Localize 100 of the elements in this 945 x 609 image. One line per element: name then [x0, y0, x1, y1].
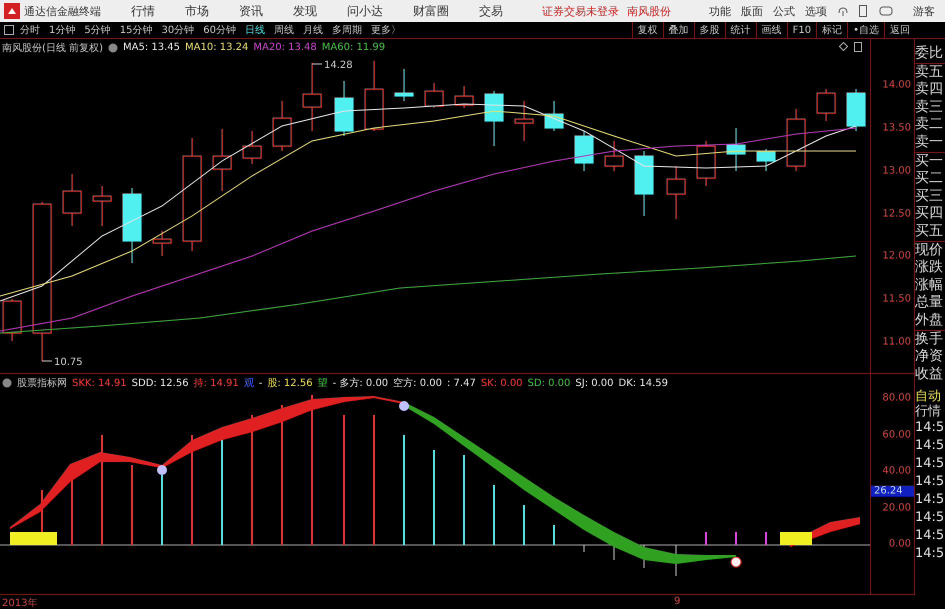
- auto-label: 自动: [915, 389, 942, 404]
- trade-time: 14:5: [915, 455, 945, 474]
- quote-label: 收益: [915, 366, 944, 384]
- price-axis-label: 13.00: [882, 165, 911, 176]
- candlestick: [302, 62, 322, 132]
- quote-label: 买五: [915, 222, 944, 241]
- candlestick: [152, 230, 172, 256]
- candlestick: [514, 100, 534, 142]
- indicator-axis-label: 0.00: [888, 538, 911, 550]
- quote-label: 卖三: [915, 98, 944, 116]
- price-axis-label: 11.50: [882, 294, 911, 305]
- marker-dot: [157, 465, 167, 475]
- current-value-label: 26.24: [871, 486, 914, 496]
- candlestick: [544, 100, 564, 132]
- menu-item[interactable]: 选项: [805, 4, 827, 18]
- settings-icon[interactable]: [108, 42, 118, 52]
- period-tab[interactable]: 5分钟: [84, 23, 111, 37]
- quote-label: 卖一: [915, 134, 944, 152]
- period-tab[interactable]: 分时: [20, 23, 40, 37]
- quote-label: 卖五: [915, 62, 945, 82]
- quote-label: 换手: [915, 330, 945, 348]
- menu-item[interactable]: 财富圈: [413, 2, 449, 20]
- price-axis-label: 12.50: [882, 208, 911, 220]
- candlestick: [2, 298, 22, 342]
- legend-value: 持: 14.91: [194, 376, 239, 390]
- indicator-axis-label: 80.00: [882, 392, 911, 404]
- candlestick: [62, 174, 82, 226]
- candlestick: [212, 128, 232, 192]
- trade-time: 14:5: [915, 437, 945, 456]
- menu-item[interactable]: 功能: [709, 4, 731, 18]
- legend-value: SK: 0.00: [480, 378, 523, 388]
- quote-label: 总量: [915, 294, 944, 312]
- candlestick: [484, 90, 504, 146]
- period-tab[interactable]: 多周期: [332, 23, 362, 37]
- trade-time: 14:5: [915, 473, 945, 492]
- legend-value: 观: [244, 377, 254, 390]
- message-icon[interactable]: [879, 6, 893, 16]
- candlestick: [394, 68, 414, 102]
- indicator-axis-label: 20.00: [882, 502, 911, 513]
- candlestick: [696, 140, 716, 186]
- auto-label: 行情: [915, 404, 942, 420]
- period-tab[interactable]: 60分钟: [203, 23, 236, 37]
- menu-item[interactable]: 版面: [741, 4, 763, 18]
- high-price-label: 14.28: [324, 60, 353, 71]
- candlestick: [726, 128, 746, 172]
- legend-value: DK: 14.59: [618, 378, 668, 388]
- phone-icon[interactable]: [859, 5, 867, 17]
- menu-item[interactable]: 资讯: [239, 2, 263, 20]
- candlestick: [364, 60, 384, 132]
- period-tab[interactable]: 月线: [302, 23, 323, 37]
- legend-value: 望: [318, 376, 328, 390]
- low-price-label: 10.75: [54, 357, 83, 368]
- quote-label: 卖四: [915, 81, 944, 99]
- period-tab[interactable]: 更多〉: [370, 23, 401, 37]
- candlestick: [574, 130, 594, 172]
- app-title: 通达信金融终端: [24, 4, 101, 18]
- indicator-axis-label: 40.00: [882, 466, 911, 476]
- menu-item[interactable]: 发现: [293, 2, 317, 20]
- price-axis-label: 12.00: [882, 250, 911, 262]
- candlestick: [242, 130, 262, 164]
- user-label[interactable]: 游客: [913, 4, 935, 18]
- diamond-icon[interactable]: [839, 42, 848, 51]
- price-axis-label: 11.00: [882, 336, 911, 348]
- marker-dot: [730, 556, 742, 568]
- quote-label: 净资: [915, 348, 944, 366]
- legend-value: - 多方: 0.00: [332, 376, 388, 390]
- quote-label: 委比: [915, 45, 944, 63]
- period-tab[interactable]: 30分钟: [161, 23, 194, 37]
- menu-item[interactable]: 交易: [479, 2, 503, 20]
- status-text: 南风股份: [627, 4, 671, 18]
- candlestick: [272, 100, 292, 152]
- legend-value: SKK: 14.91: [72, 378, 127, 388]
- legend-value: MA10: 13.24: [185, 42, 248, 53]
- candlestick: [604, 140, 624, 172]
- settings-icon[interactable]: [2, 378, 12, 388]
- candlestick: [454, 86, 474, 108]
- quote-label: 涨幅: [915, 276, 944, 294]
- menu-item[interactable]: 市场: [185, 2, 209, 20]
- trade-time: 14:5: [915, 491, 945, 510]
- app-logo-icon: [4, 3, 20, 19]
- indicator-title: 股票指标网: [17, 376, 67, 390]
- period-tab[interactable]: 1分钟: [49, 23, 76, 37]
- legend-value: -: [258, 378, 262, 388]
- period-tab[interactable]: 周线: [274, 23, 294, 37]
- panel-icon[interactable]: [854, 42, 862, 52]
- menu-item[interactable]: 公式: [773, 4, 795, 18]
- period-tab[interactable]: 15分钟: [120, 23, 152, 37]
- indicator-axis-label: 60.00: [882, 429, 911, 440]
- signal-block: [780, 532, 812, 545]
- price-axis-label: 13.50: [882, 122, 911, 134]
- signal-block: [10, 532, 57, 545]
- candlestick: [634, 150, 654, 216]
- period-tab[interactable]: 日线: [244, 23, 265, 37]
- menu-item[interactable]: 行情: [131, 2, 155, 20]
- trade-time: 14:5: [915, 419, 945, 438]
- menu-item[interactable]: 问小达: [347, 2, 383, 20]
- trade-time: 14:5: [915, 527, 945, 546]
- candlestick: [846, 88, 866, 132]
- quote-label: 外盘: [915, 312, 944, 330]
- square-icon[interactable]: [4, 25, 14, 35]
